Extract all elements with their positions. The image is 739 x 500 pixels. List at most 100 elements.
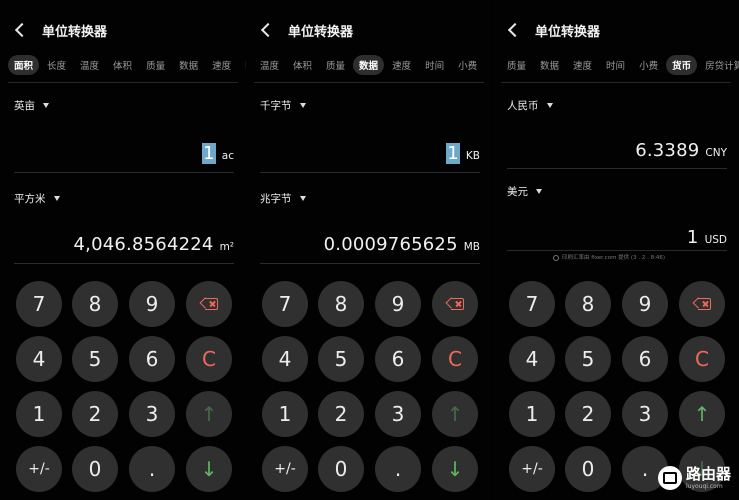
back-arrow-icon[interactable] — [258, 21, 276, 39]
tab-temperature[interactable]: 温度 — [74, 55, 105, 75]
move-down-button[interactable]: ↓ — [432, 446, 478, 492]
move-down-button[interactable]: ↓ — [186, 446, 232, 492]
category-tabs: 质量 数据 速度 时间 小费 货币 房贷计算 — [501, 54, 739, 76]
key-9[interactable]: 9 — [375, 281, 421, 327]
clear-button[interactable]: C — [186, 336, 232, 382]
key-0[interactable]: 0 — [318, 446, 364, 492]
tab-temperature[interactable]: 温度 — [254, 55, 285, 75]
tab-speed[interactable]: 速度 — [567, 55, 598, 75]
from-value-field[interactable]: 6.3389 CNY — [635, 140, 727, 161]
key-4[interactable]: 4 — [262, 336, 308, 382]
clear-button[interactable]: C — [679, 336, 725, 382]
key-1[interactable]: 1 — [509, 391, 555, 437]
tab-time[interactable]: 时间 — [419, 55, 450, 75]
from-value-field[interactable]: 1 ac — [202, 143, 234, 164]
to-value: 4,046.8564224 — [73, 234, 214, 255]
key-2[interactable]: 2 — [565, 391, 611, 437]
back-arrow-icon[interactable] — [12, 21, 30, 39]
tab-data[interactable]: 数据 — [534, 55, 565, 75]
from-unit-dropdown[interactable]: 英亩 — [14, 98, 49, 113]
key-6[interactable]: 6 — [375, 336, 421, 382]
key-5[interactable]: 5 — [318, 336, 364, 382]
move-up-button[interactable]: ↑ — [432, 391, 478, 437]
to-unit-dropdown[interactable]: 兆字节 — [260, 191, 306, 206]
tab-time[interactable]: 时 — [239, 55, 246, 75]
key-2[interactable]: 2 — [72, 391, 118, 437]
sign-toggle-button[interactable]: +/- — [16, 446, 62, 492]
from-value-field[interactable]: 1 KB — [446, 143, 480, 164]
key-3[interactable]: 3 — [375, 391, 421, 437]
key-5[interactable]: 5 — [72, 336, 118, 382]
move-up-button[interactable]: ↑ — [679, 391, 725, 437]
tab-speed[interactable]: 速度 — [206, 55, 237, 75]
backspace-button[interactable] — [432, 281, 478, 327]
to-value-field[interactable]: 1 USD — [687, 227, 727, 248]
key-8[interactable]: 8 — [72, 281, 118, 327]
decimal-button[interactable]: . — [129, 446, 175, 492]
key-6[interactable]: 6 — [622, 336, 668, 382]
tab-mortgage[interactable]: 房贷计算 — [699, 55, 739, 75]
tab-speed[interactable]: 速度 — [386, 55, 417, 75]
key-0[interactable]: 0 — [72, 446, 118, 492]
key-7[interactable]: 7 — [16, 281, 62, 327]
key-9[interactable]: 9 — [129, 281, 175, 327]
tab-currency[interactable]: 货币 — [666, 55, 698, 75]
from-unit-label: 千字节 — [260, 100, 292, 112]
app-header: 单位转换器 — [505, 16, 600, 44]
key-9[interactable]: 9 — [622, 281, 668, 327]
category-tabs: 面积 长度 温度 体积 质量 数据 速度 时 — [8, 54, 246, 76]
key-1[interactable]: 1 — [262, 391, 308, 437]
refresh-icon[interactable] — [553, 254, 559, 261]
key-8[interactable]: 8 — [318, 281, 364, 327]
sign-toggle-button[interactable]: +/- — [509, 446, 555, 492]
key-3[interactable]: 3 — [622, 391, 668, 437]
watermark-name: 路由器 — [685, 464, 731, 483]
key-4[interactable]: 4 — [16, 336, 62, 382]
key-2[interactable]: 2 — [318, 391, 364, 437]
key-7[interactable]: 7 — [262, 281, 308, 327]
key-6[interactable]: 6 — [129, 336, 175, 382]
key-4[interactable]: 4 — [509, 336, 555, 382]
dropdown-caret-icon — [53, 196, 60, 201]
sign-toggle-button[interactable]: +/- — [262, 446, 308, 492]
to-unit-dropdown[interactable]: 平方米 — [14, 191, 60, 206]
from-unit-symbol: KB — [465, 150, 480, 162]
backspace-button[interactable] — [186, 281, 232, 327]
to-value-field[interactable]: 4,046.8564224 m² — [74, 234, 234, 255]
tab-area[interactable]: 面积 — [8, 55, 40, 75]
backspace-button[interactable] — [679, 281, 725, 327]
dropdown-caret-icon — [299, 196, 306, 201]
to-value-field[interactable]: 0.0009765625 MB — [324, 234, 480, 255]
back-arrow-icon[interactable] — [505, 21, 523, 39]
tab-data[interactable]: 数据 — [353, 55, 385, 75]
from-unit-dropdown[interactable]: 人民币 — [507, 98, 553, 113]
from-unit-dropdown[interactable]: 千字节 — [260, 98, 306, 113]
tab-length[interactable]: 长度 — [41, 55, 72, 75]
tab-volume[interactable]: 体积 — [107, 55, 138, 75]
key-7[interactable]: 7 — [509, 281, 555, 327]
to-unit-dropdown[interactable]: 美元 — [507, 184, 542, 199]
tab-time[interactable]: 时间 — [600, 55, 631, 75]
tab-mass[interactable]: 质量 — [140, 55, 171, 75]
tab-volume[interactable]: 体积 — [287, 55, 318, 75]
tab-tip[interactable]: 小费 — [633, 55, 664, 75]
tab-mass[interactable]: 质量 — [320, 55, 351, 75]
clear-button[interactable]: C — [432, 336, 478, 382]
converter-panel-area: 单位转换器 面积 长度 温度 体积 质量 数据 速度 时 英亩 1 ac 平方米… — [0, 0, 246, 500]
key-8[interactable]: 8 — [565, 281, 611, 327]
to-unit-label: 平方米 — [14, 193, 46, 205]
tab-data[interactable]: 数据 — [173, 55, 204, 75]
tab-tip[interactable]: 小费 — [452, 55, 483, 75]
key-0[interactable]: 0 — [565, 446, 611, 492]
page-title: 单位转换器 — [535, 24, 601, 40]
key-3[interactable]: 3 — [129, 391, 175, 437]
from-value: 1 — [446, 143, 460, 164]
decimal-button[interactable]: . — [375, 446, 421, 492]
from-unit-symbol: CNY — [705, 147, 727, 159]
tab-mass[interactable]: 质量 — [501, 55, 532, 75]
move-up-button[interactable]: ↑ — [186, 391, 232, 437]
key-5[interactable]: 5 — [565, 336, 611, 382]
converter-panel-currency: 单位转换器 质量 数据 速度 时间 小费 货币 房贷计算 人民币 6.3389 … — [493, 0, 739, 500]
divider — [507, 250, 727, 251]
key-1[interactable]: 1 — [16, 391, 62, 437]
